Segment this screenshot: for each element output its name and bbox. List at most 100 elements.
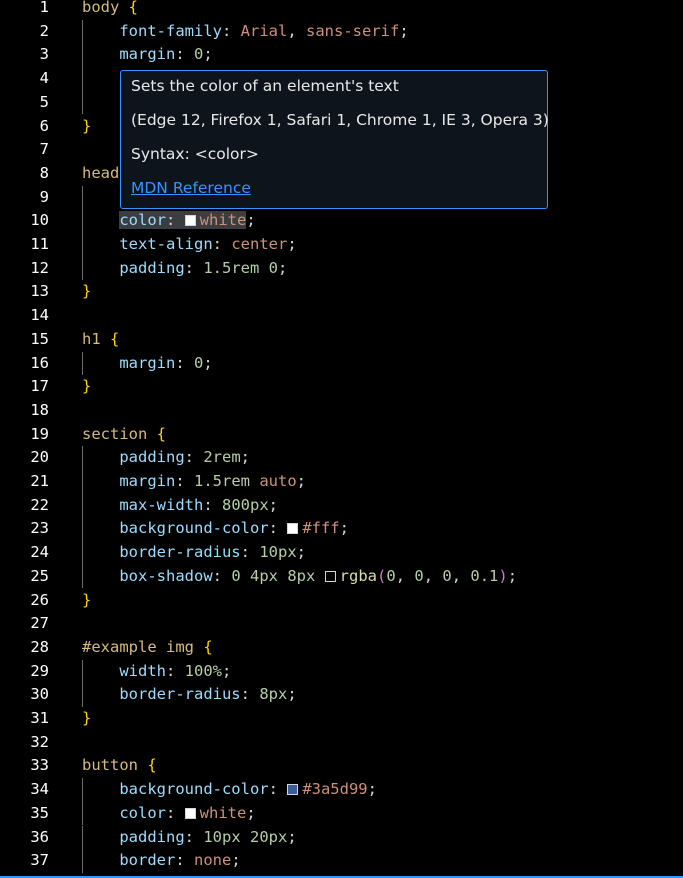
code-token-sel: h1 — [82, 329, 101, 348]
code-line[interactable]: 14 — [0, 304, 683, 328]
code-line[interactable]: 33 button { — [0, 754, 683, 778]
code-text: margin: 0; — [82, 352, 213, 376]
code-token-punc: ; — [287, 235, 297, 253]
code-token-prop: padding — [119, 258, 185, 277]
code-text: padding: 10px 20px; — [82, 826, 297, 850]
code-token-punc: , — [395, 566, 415, 585]
code-token-sp — [82, 543, 119, 561]
code-line[interactable]: 20 padding: 2rem; — [0, 446, 683, 470]
color-swatch-icon[interactable] — [184, 215, 196, 227]
code-token-num: 0 — [414, 566, 424, 585]
code-line[interactable]: 2 font-family: Arial, sans-serif; — [0, 19, 683, 44]
code-line[interactable]: 15 h1 { — [0, 328, 683, 352]
code-token-sp — [82, 354, 119, 372]
code-token-punc: ; — [203, 45, 213, 64]
code-line[interactable]: 10 color: white; — [0, 209, 683, 233]
code-token-punc: : — [240, 685, 260, 704]
code-token-prop: border — [119, 851, 176, 870]
code-token-sp — [82, 780, 119, 798]
code-token-punc: ; — [339, 519, 349, 538]
code-token-sel: #example img — [82, 637, 194, 656]
line-number: 33 — [30, 756, 49, 775]
line-number: 8 — [39, 163, 49, 182]
code-line[interactable]: 25 box-shadow: 0 4px 8px rgba(0, 0, 0, 0… — [0, 564, 683, 589]
color-swatch-icon[interactable] — [184, 807, 196, 819]
line-number: 15 — [30, 329, 49, 348]
code-line[interactable]: 32 — [0, 731, 683, 755]
hover-tooltip: Sets the color of an element's text (Edg… — [120, 70, 549, 209]
line-number: 14 — [30, 306, 49, 325]
indent-guide — [82, 185, 83, 210]
code-line[interactable]: 22 max-width: 800px; — [0, 493, 683, 518]
code-line[interactable]: 21 margin: 1.5rem auto; — [0, 470, 683, 494]
color-swatch-icon[interactable] — [287, 784, 299, 796]
code-line[interactable]: 19 section { — [0, 423, 683, 447]
code-line[interactable]: 26} — [0, 589, 683, 613]
code-text: padding: 1.5rem 0; — [82, 257, 287, 281]
code-line[interactable]: 29 width: 100%; — [0, 659, 683, 684]
line-number: 34 — [30, 780, 49, 799]
line-number: 30 — [30, 685, 49, 704]
code-line[interactable]: 1 body { — [0, 0, 683, 20]
code-line[interactable]: 30 border-radius: 8px; — [0, 683, 683, 707]
code-text: #example img { — [82, 636, 213, 660]
code-line[interactable]: 37 border: none; — [0, 849, 683, 873]
code-token-sp — [194, 638, 203, 656]
code-token-punc: : — [175, 353, 194, 372]
code-line[interactable]: 28 #example img { — [0, 636, 683, 660]
code-text: background-color: #fff; — [82, 517, 349, 541]
code-token-punc: ; — [203, 353, 213, 372]
code-text: } — [82, 280, 91, 304]
code-token-prop: width — [119, 661, 166, 680]
code-token-sp — [147, 425, 156, 443]
code-line[interactable]: 24 border-radius: 10px; — [0, 541, 683, 565]
code-token-punc: ; — [287, 827, 297, 846]
code-token-punc: : — [166, 211, 185, 230]
code-token-punc: ; — [231, 851, 241, 870]
line-number: 22 — [30, 495, 49, 514]
code-token-num: 0 — [442, 566, 452, 585]
line-number: 9 — [39, 187, 49, 206]
code-token-punc: ; — [296, 543, 306, 562]
code-token-punc: ; — [240, 448, 250, 467]
code-token-brace: { — [203, 637, 213, 656]
code-line[interactable]: 11 text-align: center; — [0, 233, 683, 257]
code-text: border-radius: 8px; — [82, 683, 296, 707]
code-token-punc: : — [212, 566, 232, 585]
code-token-brace: { — [110, 329, 120, 348]
code-token-num: 10px — [259, 543, 297, 562]
indent-guide — [82, 90, 83, 115]
code-token-prop: border-radius — [119, 543, 241, 562]
code-line[interactable]: 16 margin: 0; — [0, 351, 683, 376]
code-line[interactable]: 36 padding: 10px 20px; — [0, 825, 683, 850]
code-token-val: #fff — [302, 519, 340, 538]
code-token-sp — [82, 685, 119, 703]
code-token-punc: , — [451, 566, 471, 585]
code-line[interactable]: 18 — [0, 399, 683, 423]
code-line[interactable]: 35 color: white; — [0, 801, 683, 826]
code-text: max-width: 800px; — [82, 494, 278, 518]
hovered-declaration[interactable]: color: white — [119, 211, 247, 230]
code-line[interactable]: 3 margin: 0; — [0, 43, 683, 68]
line-number: 28 — [30, 637, 49, 656]
code-line[interactable]: 27 — [0, 612, 683, 636]
code-token-punc: ; — [246, 803, 256, 822]
code-token-sp — [82, 259, 119, 277]
mdn-reference-link[interactable]: MDN Reference — [131, 179, 251, 197]
code-line[interactable]: 17} — [0, 375, 683, 399]
code-line[interactable]: 31} — [0, 707, 683, 731]
code-line[interactable]: 34 background-color: #3a5d99; — [0, 778, 683, 802]
color-swatch-icon[interactable] — [287, 523, 299, 535]
code-token-sel: button — [82, 756, 138, 775]
code-line[interactable]: 13} — [0, 280, 683, 304]
code-token-punc: ; — [507, 566, 518, 585]
code-line[interactable]: 12 padding: 1.5rem 0; — [0, 256, 683, 281]
code-token-val: Arial — [240, 21, 288, 40]
color-swatch-icon[interactable] — [324, 570, 336, 582]
code-token-punc: : — [212, 235, 232, 253]
code-token-prop: margin — [119, 353, 176, 372]
code-token-punc: : — [175, 851, 194, 870]
code-token-punc: : — [166, 661, 185, 680]
code-token-brace: } — [82, 116, 92, 135]
code-line[interactable]: 23 background-color: #fff; — [0, 517, 683, 542]
